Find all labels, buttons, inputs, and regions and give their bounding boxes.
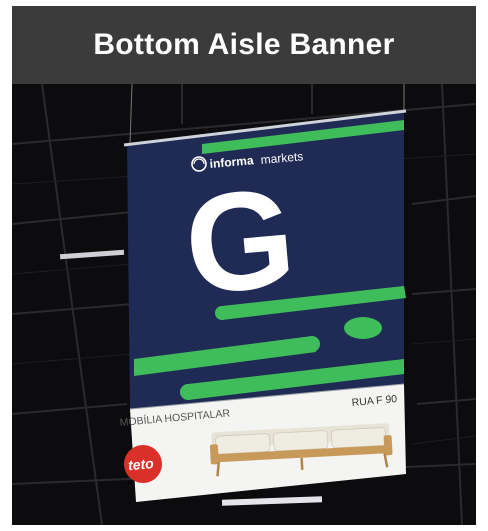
banner-green-dot (344, 317, 382, 339)
venue-scene: informa markets G MOBÍLIA HOSPITALAR RUA… (12, 84, 476, 525)
venue-photo: informa markets G MOBÍLIA HOSPITALAR RUA… (12, 84, 476, 525)
page-title: Bottom Aisle Banner (93, 28, 395, 61)
hanging-banner: informa markets G MOBÍLIA HOSPITALAR RUA… (119, 109, 407, 502)
figure-frame: Bottom Aisle Banner informa markets G MO… (12, 6, 476, 525)
aisle-letter: G (179, 158, 301, 324)
title-bar: Bottom Aisle Banner (12, 6, 476, 84)
exhibitor-logo-text: teto (127, 455, 154, 473)
